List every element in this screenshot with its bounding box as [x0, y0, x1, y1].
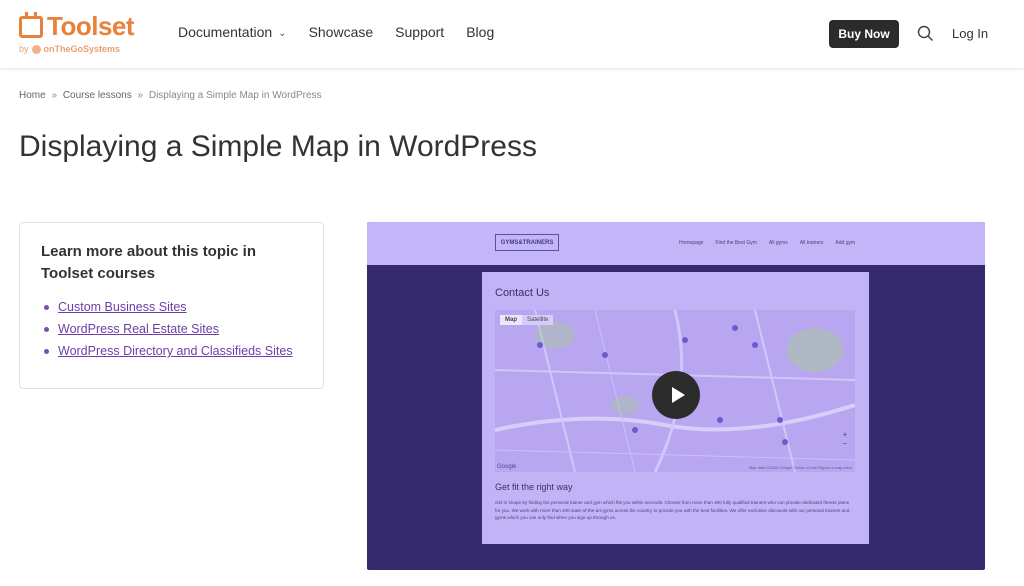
- play-icon: [671, 387, 685, 403]
- main-nav: Documentation ⌄ Showcase Support Blog: [178, 24, 494, 40]
- logo-company: onTheGoSystems: [43, 44, 121, 54]
- nav-showcase[interactable]: Showcase: [309, 24, 374, 40]
- toolset-logo-icon: [19, 11, 43, 38]
- breadcrumb-separator: »: [137, 90, 144, 101]
- zoom-in-icon: +: [842, 430, 848, 439]
- map-type-tabs: Map Satellite: [500, 315, 554, 325]
- fit-body-text: Get in shape by finding the personal tra…: [495, 500, 850, 520]
- map-tab-satellite: Satellite: [527, 317, 549, 323]
- courses-card-heading: Learn more about this topic in Toolset c…: [41, 243, 257, 282]
- video-site-header: GYMS&TRAINERS Homepage Find the Best Gym…: [367, 222, 985, 265]
- list-item: Custom Business Sites: [58, 300, 293, 314]
- logo-byline: by onTheGoSystems: [19, 44, 134, 54]
- lesson-video[interactable]: GYMS&TRAINERS Homepage Find the Best Gym…: [367, 222, 985, 570]
- course-link-custom-business[interactable]: Custom Business Sites: [58, 300, 187, 314]
- google-logo: Google: [497, 464, 517, 470]
- course-link-directory[interactable]: WordPress Directory and Classifieds Site…: [58, 344, 293, 358]
- breadcrumb: Home » Course lessons » Displaying a Sim…: [19, 90, 322, 101]
- nav-blog[interactable]: Blog: [466, 24, 494, 40]
- login-link[interactable]: Log In: [952, 26, 988, 41]
- map-credit: Map data ©2019 Google Terms of Use Repor…: [748, 465, 852, 470]
- video-nav-item: Add gym: [835, 240, 856, 246]
- nav-documentation[interactable]: Documentation ⌄: [178, 24, 287, 40]
- play-button[interactable]: [652, 371, 700, 419]
- video-nav-item: Find the Best Gym: [715, 240, 757, 246]
- list-item: WordPress Directory and Classifieds Site…: [58, 344, 293, 358]
- list-item: WordPress Real Estate Sites: [58, 322, 293, 336]
- breadcrumb-current: Displaying a Simple Map in WordPress: [148, 90, 322, 101]
- breadcrumb-course-lessons[interactable]: Course lessons: [63, 90, 132, 101]
- map-zoom-controls: + −: [840, 430, 850, 448]
- video-nav-item: All trainers: [799, 240, 824, 246]
- nav-support[interactable]: Support: [395, 24, 444, 40]
- map-tab-map: Map: [500, 315, 522, 325]
- courses-card: Learn more about this topic in Toolset c…: [19, 222, 324, 389]
- video-site-logo: GYMS&TRAINERS: [495, 234, 559, 251]
- page-title: Displaying a Simple Map in WordPress: [19, 130, 537, 163]
- chevron-down-icon: ⌄: [278, 28, 287, 39]
- search-icon[interactable]: [917, 25, 934, 42]
- nav-documentation-label: Documentation: [178, 24, 273, 40]
- logo-by: by: [19, 44, 29, 54]
- breadcrumb-home[interactable]: Home: [19, 90, 46, 101]
- fit-heading: Get fit the right way: [495, 482, 573, 492]
- breadcrumb-separator: »: [51, 90, 58, 101]
- video-nav-item: Homepage: [679, 240, 704, 246]
- site-header: Toolset by onTheGoSystems Documentation ⌄…: [0, 0, 1024, 68]
- contact-heading: Contact Us: [495, 287, 550, 299]
- course-link-real-estate[interactable]: WordPress Real Estate Sites: [58, 322, 219, 336]
- courses-list: Custom Business Sites WordPress Real Est…: [58, 300, 293, 366]
- zoom-out-icon: −: [842, 439, 848, 448]
- video-nav-item: All gyms: [768, 240, 788, 246]
- otgs-icon: [31, 44, 41, 54]
- map-preview: Map Satellite + − Google Map data ©2019 …: [495, 310, 855, 472]
- video-site-nav: Homepage Find the Best Gym All gyms All …: [679, 240, 855, 246]
- buy-now-button[interactable]: Buy Now: [829, 20, 899, 48]
- logo-text: Toolset: [47, 11, 135, 41]
- video-content-panel: Contact Us Map Satellite + − Google Map …: [482, 272, 869, 544]
- toolset-logo[interactable]: Toolset by onTheGoSystems: [19, 11, 135, 54]
